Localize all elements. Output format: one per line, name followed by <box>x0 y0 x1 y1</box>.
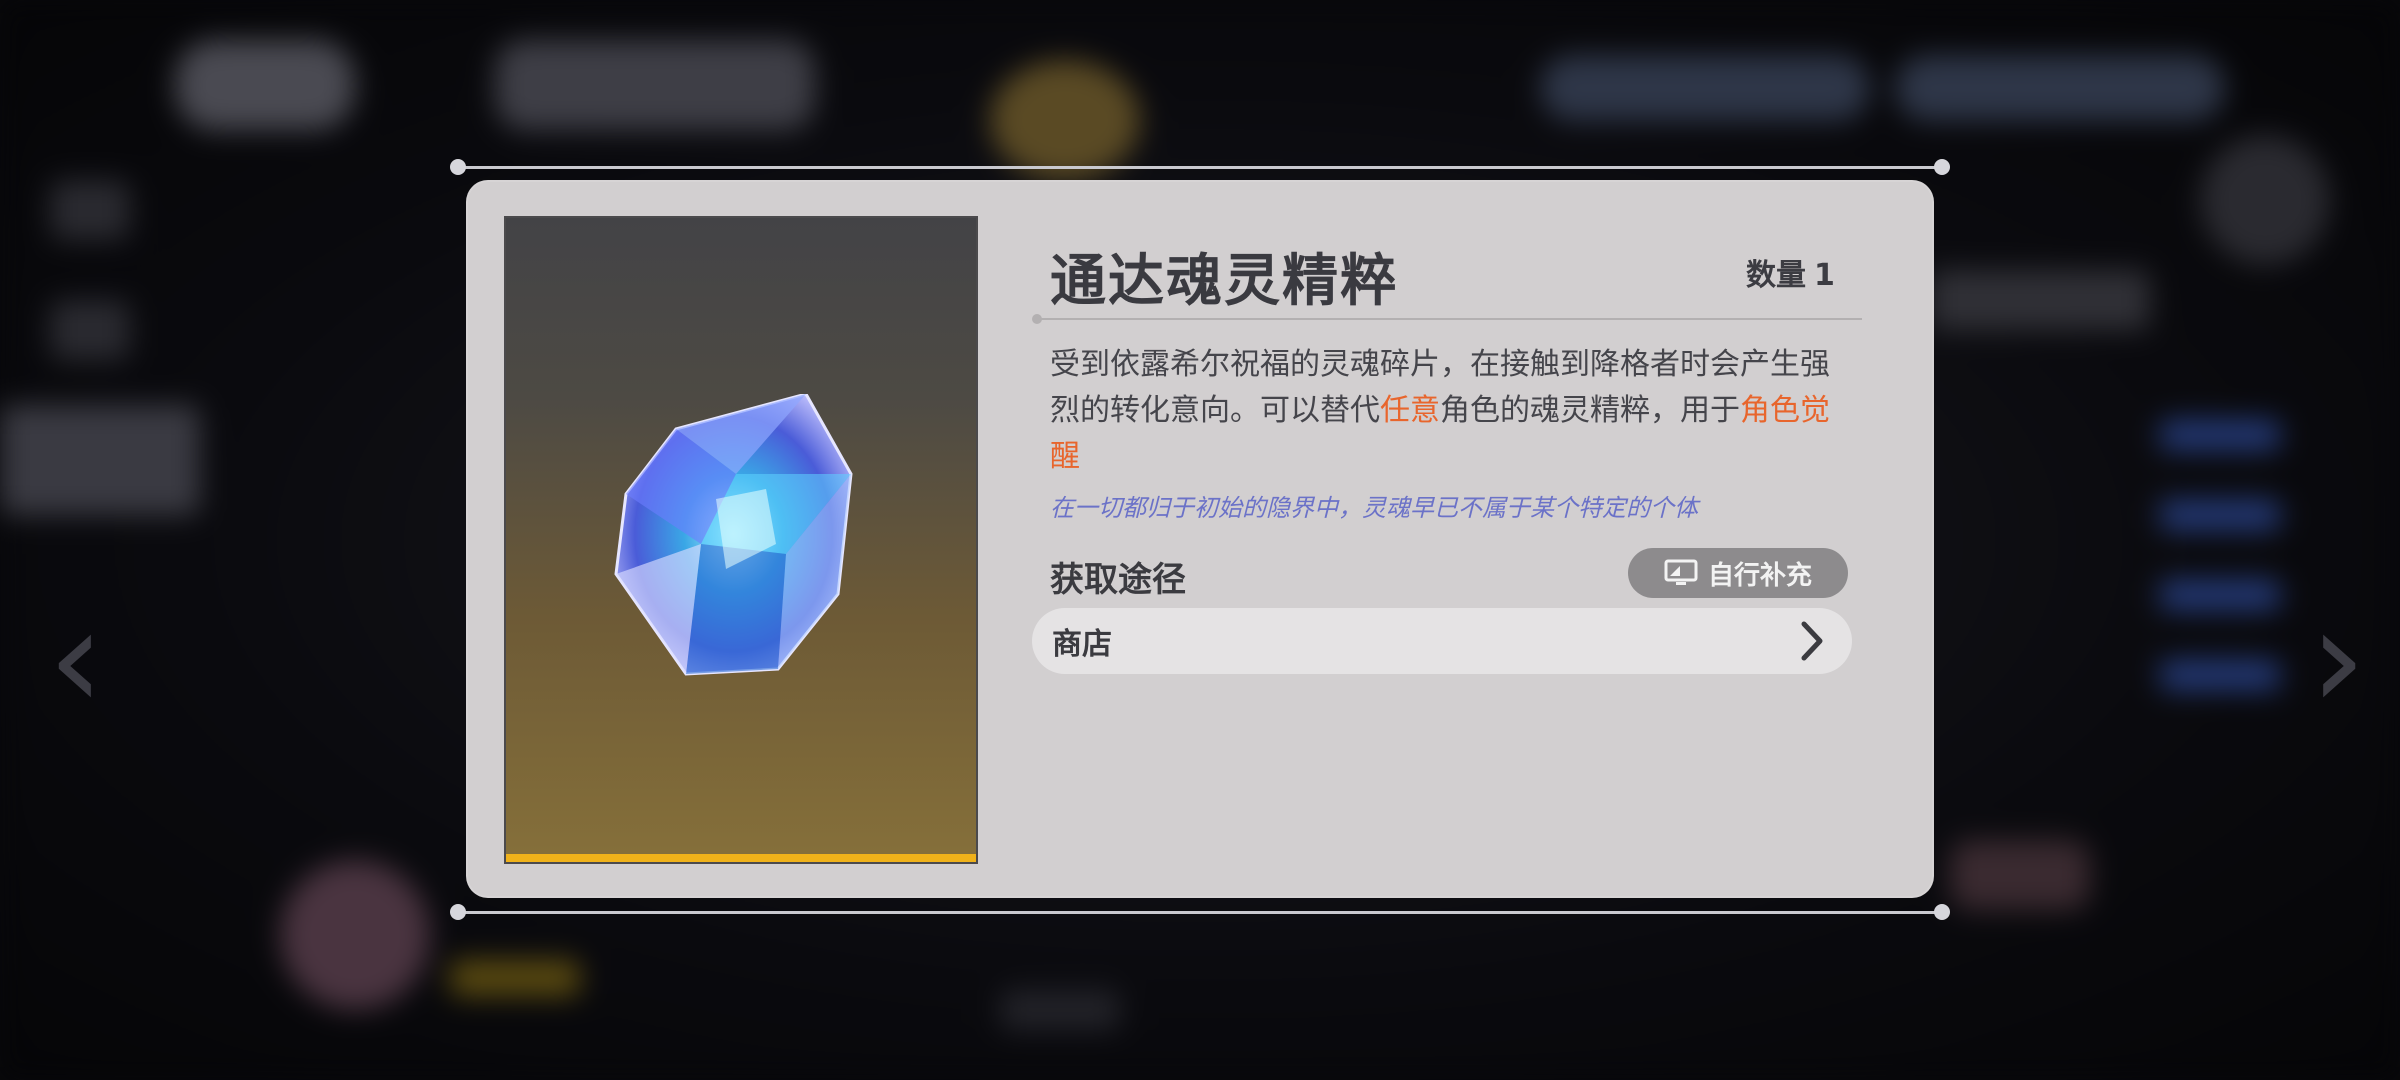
flavor-text: 在一切都归于初始的隐界中，灵魂早已不属于某个特定的个体 <box>1050 494 1698 522</box>
frame-dot <box>450 159 466 175</box>
frame-top-line <box>458 166 1942 169</box>
source-item-label: 商店 <box>1052 627 1112 662</box>
item-description: 受到依露希尔祝福的灵魂碎片，在接触到降格者时会产生强烈的转化意向。可以替代任意角… <box>1050 342 1850 480</box>
description-text: 角色的魂灵精粹，用于 <box>1440 393 1740 428</box>
frame-dot <box>1934 904 1950 920</box>
item-detail-modal: 通达魂灵精粹 数量 1 受到依露希尔祝福的灵魂碎片，在接触到降格者时会产生强烈的转… <box>466 180 1934 898</box>
acquisition-title: 获取途径 <box>1050 560 1186 600</box>
replenish-label: 自行补充 <box>1707 560 1812 591</box>
source-item-shop[interactable]: 商店 <box>1032 608 1852 674</box>
soul-crystal-icon <box>614 394 853 676</box>
replenish-button[interactable]: 自行补充 <box>1628 548 1848 598</box>
title-divider <box>1036 318 1862 320</box>
previous-arrow-icon: ‹ <box>48 578 104 741</box>
quantity-label: 数量 <box>1746 258 1806 293</box>
frame-bottom-line <box>458 911 1942 914</box>
game-screen: ‹ › 通达魂灵精粹 数量 1 受到依露希尔祝福的灵魂碎片，在接触到降格者时会产… <box>0 0 2400 1080</box>
item-image-card <box>504 216 978 864</box>
item-title: 通达魂灵精粹 <box>1050 249 1398 314</box>
item-quantity: 数量 1 <box>1746 250 1835 294</box>
next-arrow-icon: › <box>2310 578 2366 741</box>
quantity-value: 1 <box>1814 258 1835 293</box>
frame-dot <box>450 904 466 920</box>
description-highlight: 任意 <box>1380 393 1440 428</box>
chevron-right-icon <box>1801 621 1823 661</box>
rarity-bar <box>506 854 976 862</box>
monitor-icon <box>1664 559 1698 585</box>
frame-dot <box>1934 159 1950 175</box>
